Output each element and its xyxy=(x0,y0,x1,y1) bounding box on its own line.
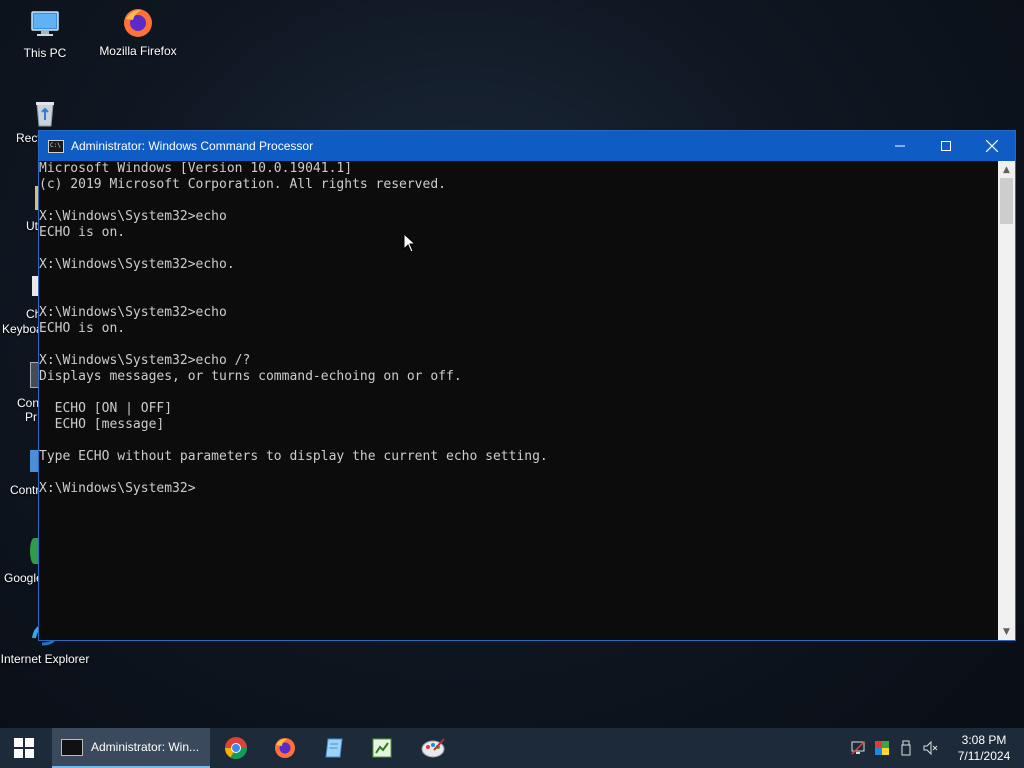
spreadsheet-icon[interactable] xyxy=(370,736,394,760)
firefox-icon[interactable] xyxy=(273,736,297,760)
window-title: Administrator: Windows Command Processor xyxy=(71,139,314,153)
chrome-icon[interactable] xyxy=(224,736,248,760)
desktop-icon-firefox[interactable]: Mozilla Firefox xyxy=(93,6,183,58)
recycle-bin-icon xyxy=(28,96,62,130)
cmd-icon xyxy=(61,738,83,756)
desktop-icon-label: Mozilla Firefox xyxy=(99,44,177,58)
start-button[interactable] xyxy=(0,728,48,768)
computer-icon xyxy=(28,8,62,42)
mouse-pointer-icon xyxy=(403,233,417,253)
minimize-icon xyxy=(895,145,905,147)
notepad-icon[interactable] xyxy=(322,736,346,760)
desktop-icon-recycle-bin[interactable] xyxy=(0,96,90,134)
system-tray: 3:08 PM 7/11/2024 xyxy=(846,728,1024,768)
maximize-icon xyxy=(941,141,951,151)
desktop-icon-partial[interactable] xyxy=(30,450,38,472)
usb-icon[interactable] xyxy=(898,740,914,756)
console-line: X:\Windows\System32>echo /? xyxy=(39,353,251,368)
console-line: Type ECHO without parameters to display … xyxy=(39,449,548,464)
clock-date: 7/11/2024 xyxy=(957,749,1011,763)
cmd-icon xyxy=(48,139,64,153)
maximize-button[interactable] xyxy=(923,131,969,161)
desktop-icon-label-partial: Ut xyxy=(26,219,38,233)
desktop-icon-label: This PC xyxy=(23,46,67,60)
desktop-icon-this-pc[interactable]: This PC xyxy=(0,8,90,60)
vertical-scrollbar[interactable]: ▲ ▼ xyxy=(998,161,1015,640)
desktop-icon-label-partial: Contr xyxy=(10,483,40,497)
console-line: Displays messages, or turns command-echo… xyxy=(39,369,462,384)
console-line: ECHO is on. xyxy=(39,225,126,240)
taskbar-item-cmd[interactable]: Administrator: Win... xyxy=(52,728,210,768)
close-icon xyxy=(986,140,998,152)
desktop-icon-label-partial: Pr xyxy=(25,410,37,424)
scroll-up-arrow-icon[interactable]: ▲ xyxy=(998,161,1015,178)
console-line: X:\Windows\System32>echo. xyxy=(39,257,235,272)
window-titlebar[interactable]: Administrator: Windows Command Processor xyxy=(39,131,1015,161)
minimize-button[interactable] xyxy=(877,131,923,161)
paint-icon[interactable] xyxy=(420,736,445,760)
taskbar: Administrator: Win... 3:08 PM 7/11/2024 xyxy=(0,728,1024,768)
console-line: (c) 2019 Microsoft Corporation. All righ… xyxy=(39,177,446,192)
console-line: ECHO [ON | OFF] xyxy=(39,401,173,416)
taskbar-item-label: Administrator: Win... xyxy=(91,740,200,754)
firefox-icon xyxy=(121,6,155,40)
volume-muted-icon[interactable] xyxy=(922,740,938,756)
network-icon[interactable] xyxy=(850,740,866,756)
console-line: X:\Windows\System32> xyxy=(39,481,196,496)
scrollbar-thumb[interactable] xyxy=(1000,178,1013,224)
console-line: Microsoft Windows [Version 10.0.19041.1] xyxy=(39,161,353,176)
cmd-window[interactable]: Administrator: Windows Command Processor… xyxy=(38,130,1016,641)
desktop-icon-partial[interactable] xyxy=(30,538,38,564)
desktop-icon-label-partial: Google xyxy=(4,571,43,585)
windows-logo-icon xyxy=(14,738,34,758)
clock-time: 3:08 PM xyxy=(961,733,1007,747)
desktop-icon-label-partial: Keyboa xyxy=(2,322,43,336)
close-button[interactable] xyxy=(969,131,1015,161)
desktop-icon-label-partial: Con xyxy=(17,396,40,410)
console-line: X:\Windows\System32>echo xyxy=(39,305,227,320)
taskbar-clock[interactable]: 3:08 PM 7/11/2024 xyxy=(948,732,1020,764)
console-line: ECHO [message] xyxy=(39,417,165,432)
color-icon[interactable] xyxy=(874,740,890,756)
console-line: ECHO is on. xyxy=(39,321,126,336)
scroll-down-arrow-icon[interactable]: ▼ xyxy=(998,623,1015,640)
desktop-icon-label: Internet Explorer xyxy=(0,652,90,666)
console-line: X:\Windows\System32>echo xyxy=(39,209,227,224)
console-output[interactable]: Microsoft Windows [Version 10.0.19041.1]… xyxy=(39,161,998,640)
